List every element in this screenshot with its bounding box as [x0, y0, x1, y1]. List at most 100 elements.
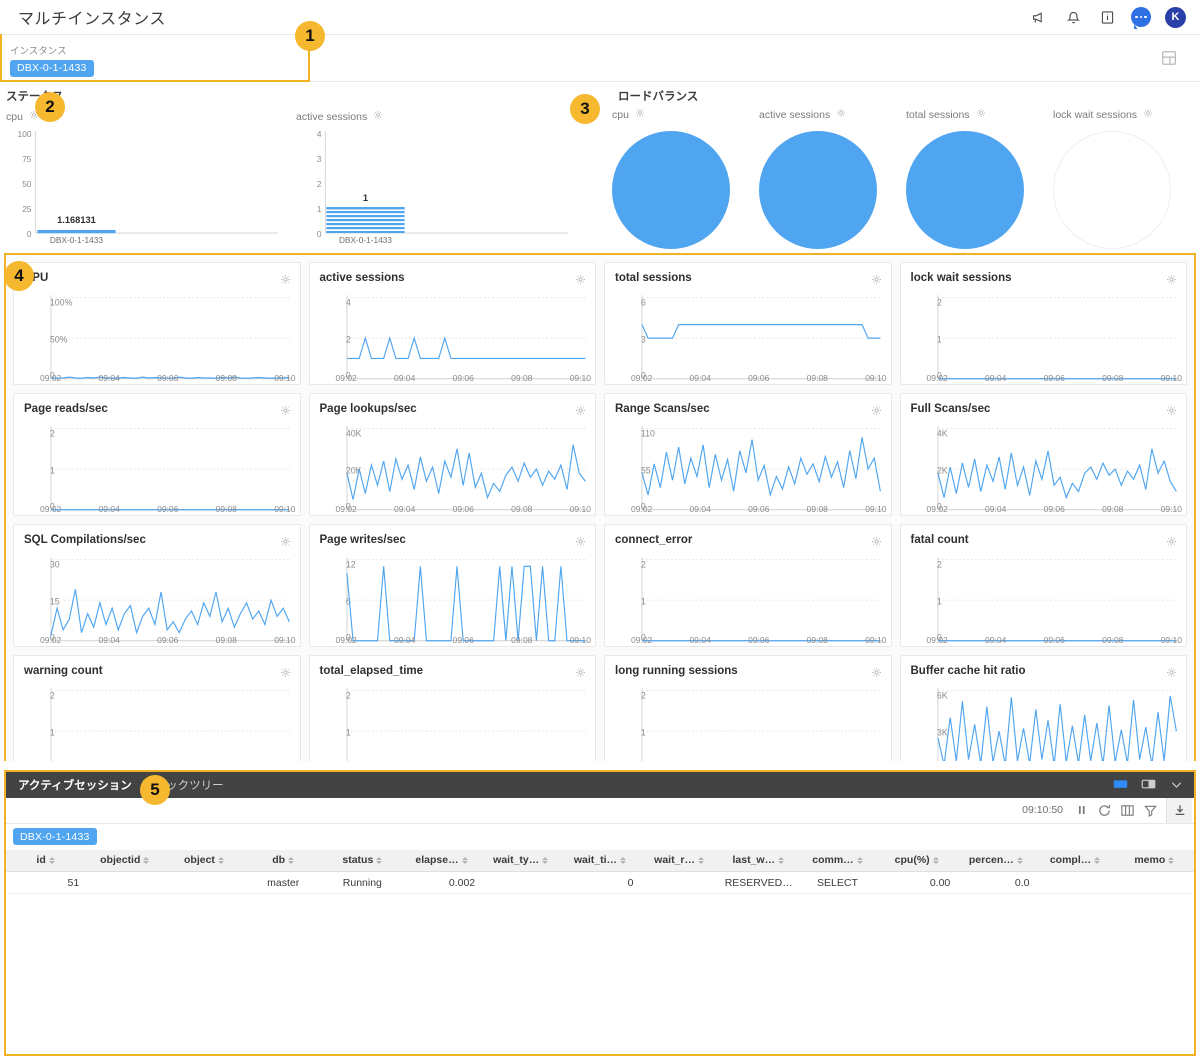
sort-icon[interactable]: [288, 856, 295, 864]
gear-icon[interactable]: [280, 534, 291, 552]
gear-icon[interactable]: [575, 665, 586, 683]
metric-card[interactable]: Page lookups/sec 40K 20K 0 09:02 09:04 09:06 09…: [308, 393, 596, 516]
table-column-header[interactable]: objectid: [85, 849, 165, 872]
metric-card[interactable]: lock wait sessions 2 1 0 09:02 09:04 09:06 09:0…: [899, 262, 1187, 385]
table-column-header[interactable]: object: [164, 849, 244, 872]
gear-icon[interactable]: [1166, 665, 1177, 683]
pause-icon[interactable]: [1075, 803, 1089, 817]
metric-card[interactable]: CPU 100% 50% 0 09:02 09:04 09:06 09:08 09:10: [13, 262, 301, 385]
table-row[interactable]: 51 master Running 0.002 0 RESERVED… SELECT 0.00…: [6, 871, 1194, 894]
table-column-header[interactable]: wait_ty…: [481, 849, 561, 872]
instance-chip[interactable]: DBX-0-1-1433: [10, 59, 94, 77]
metric-card[interactable]: Range Scans/sec 110 55 0 09:02 09:04 09:06 09:0…: [604, 393, 892, 516]
gear-icon[interactable]: [836, 108, 846, 121]
sort-icon[interactable]: [856, 856, 863, 864]
metric-card[interactable]: Page writes/sec 12 6 0 09:02 09:04 09:06 09:08 0…: [308, 524, 596, 647]
x-tick: 09:06: [748, 504, 770, 514]
metric-card-title: active sessions: [319, 272, 405, 284]
gear-icon[interactable]: [280, 403, 291, 421]
chat-icon[interactable]: [1131, 7, 1151, 27]
sort-icon[interactable]: [620, 856, 626, 864]
table-column-header[interactable]: memo: [1114, 849, 1194, 872]
panel-instance-chip[interactable]: DBX-0-1-1433: [13, 828, 97, 845]
gear-icon[interactable]: [976, 108, 986, 121]
x-tick: 09:10: [274, 635, 296, 645]
gear-icon[interactable]: [1143, 108, 1153, 121]
columns-icon[interactable]: [1120, 803, 1135, 818]
instance-selector[interactable]: インスタンス DBX-0-1-1433: [0, 34, 310, 82]
metric-card[interactable]: Full Scans/sec 4K 2K 0 09:02 09:04 09:06 09:08 0…: [899, 393, 1187, 516]
sort-icon[interactable]: [461, 856, 468, 864]
metric-card[interactable]: Buffer cache hit ratio6K3K009:0209:0409:…: [899, 655, 1187, 761]
gear-icon[interactable]: [1166, 534, 1177, 552]
sort-icon[interactable]: [542, 856, 549, 864]
panel-bottom-icon[interactable]: [1113, 777, 1128, 792]
x-tick: 09:10: [569, 635, 591, 645]
table-column-header[interactable]: id: [6, 849, 86, 872]
gear-icon[interactable]: [871, 272, 882, 290]
table-column-header[interactable]: status: [322, 849, 402, 872]
metric-card-xaxis: 09:02 09:04 09:06 09:08 09:10: [40, 504, 296, 514]
megaphone-icon[interactable]: [1029, 7, 1049, 27]
sort-icon[interactable]: [48, 856, 55, 864]
gear-icon[interactable]: [1166, 272, 1177, 290]
table-column-header[interactable]: comm…: [797, 849, 878, 872]
gear-icon[interactable]: [280, 665, 291, 683]
table-column-header[interactable]: wait_ti…: [560, 849, 640, 872]
download-icon[interactable]: [1166, 797, 1192, 823]
metric-card[interactable]: fatal count 2 1 0 09:02 09:04 09:06 09:08 09:10: [899, 524, 1187, 647]
sort-icon[interactable]: [698, 856, 705, 864]
pie-chart[interactable]: [759, 131, 877, 249]
metric-card[interactable]: total_elapsed_time21009:0209:0409:0609:0…: [308, 655, 596, 761]
metric-card[interactable]: SQL Compilations/sec 30 15 0 09:02 09:04 09:06…: [13, 524, 301, 647]
sort-icon[interactable]: [932, 856, 939, 864]
table-column-header[interactable]: last_w…: [718, 849, 798, 872]
metric-card[interactable]: warning count21009:0209:0409:0609:0809:1…: [13, 655, 301, 761]
table-column-header[interactable]: elapse…: [401, 849, 482, 872]
gear-icon[interactable]: [575, 403, 586, 421]
sort-icon[interactable]: [143, 856, 150, 864]
avatar[interactable]: K: [1165, 6, 1186, 28]
layout-grid-icon[interactable]: [1160, 49, 1178, 72]
filter-icon[interactable]: [1143, 803, 1158, 818]
table-column-header[interactable]: wait_r…: [639, 849, 719, 872]
table-column-header[interactable]: cpu(%): [877, 849, 957, 872]
pie-chart[interactable]: [1053, 131, 1171, 249]
svg-text:4K: 4K: [936, 428, 948, 438]
gear-icon[interactable]: [373, 110, 383, 123]
chevron-down-icon[interactable]: [1169, 777, 1184, 792]
refresh-icon[interactable]: [1097, 803, 1112, 818]
info-icon[interactable]: [1097, 7, 1117, 27]
metric-card[interactable]: Page reads/sec 2 1 0 09:02 09:04 09:06 09:08 09:…: [13, 393, 301, 516]
tab-active-sessions[interactable]: アクティブセッション: [18, 777, 132, 793]
sort-icon[interactable]: [778, 856, 785, 864]
sort-icon[interactable]: [376, 856, 383, 864]
pie-chart[interactable]: [906, 131, 1024, 249]
gear-icon[interactable]: [575, 534, 586, 552]
panel-split-icon[interactable]: [1141, 777, 1156, 792]
metric-card[interactable]: connect_error 2 1 0 09:02 09:04 09:06 09:08 09:1…: [604, 524, 892, 647]
metric-card[interactable]: long running sessions21009:0209:0409:060…: [604, 655, 892, 761]
table-column-header[interactable]: db: [243, 849, 323, 872]
table-column-header[interactable]: percen…: [956, 849, 1036, 872]
metric-card[interactable]: active sessions 4 2 0 09:02 09:04 09:06 09:08 09…: [308, 262, 596, 385]
sort-icon[interactable]: [1168, 856, 1175, 864]
gear-icon[interactable]: [871, 403, 882, 421]
x-tick: 09:10: [865, 373, 887, 383]
page-title: マルチインスタンス: [18, 11, 166, 28]
table-column-header[interactable]: compl…: [1035, 849, 1115, 872]
gear-icon[interactable]: [871, 665, 882, 683]
gear-icon[interactable]: [871, 534, 882, 552]
gear-icon[interactable]: [280, 272, 291, 290]
sort-icon[interactable]: [1094, 856, 1101, 864]
gear-icon[interactable]: [1166, 403, 1177, 421]
pie-total-sessions: total sessions: [906, 108, 1053, 249]
sort-icon[interactable]: [217, 856, 224, 864]
gear-icon[interactable]: [635, 108, 645, 121]
pie-chart[interactable]: [612, 131, 730, 249]
gear-icon[interactable]: [575, 272, 586, 290]
x-tick: 09:08: [806, 504, 828, 514]
sort-icon[interactable]: [1016, 856, 1023, 864]
metric-card[interactable]: total sessions 6 3 0 09:02 09:04 09:06 09:08 09:…: [604, 262, 892, 385]
bell-icon[interactable]: [1063, 7, 1083, 27]
